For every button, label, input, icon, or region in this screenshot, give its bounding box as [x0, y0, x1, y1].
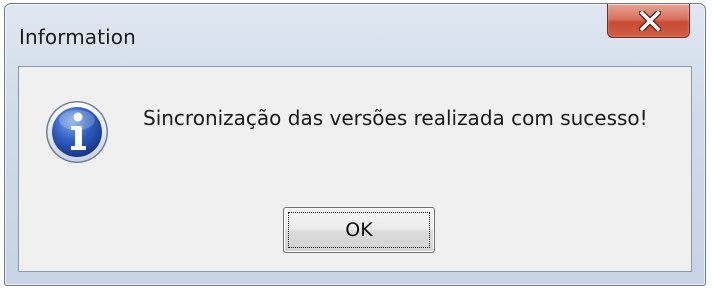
ok-button[interactable]: OK — [283, 207, 435, 253]
dialog-title: Information — [19, 25, 136, 49]
ok-button-label: OK — [345, 219, 373, 241]
information-icon — [46, 101, 108, 163]
information-dialog: Information Sincronização das versões re… — [4, 3, 706, 286]
close-icon — [639, 11, 661, 31]
close-button[interactable] — [607, 4, 690, 38]
dialog-message: Sincronização das versões realizada com … — [143, 106, 648, 130]
dialog-body: Sincronização das versões realizada com … — [18, 66, 692, 272]
title-bar[interactable]: Information — [5, 4, 705, 66]
